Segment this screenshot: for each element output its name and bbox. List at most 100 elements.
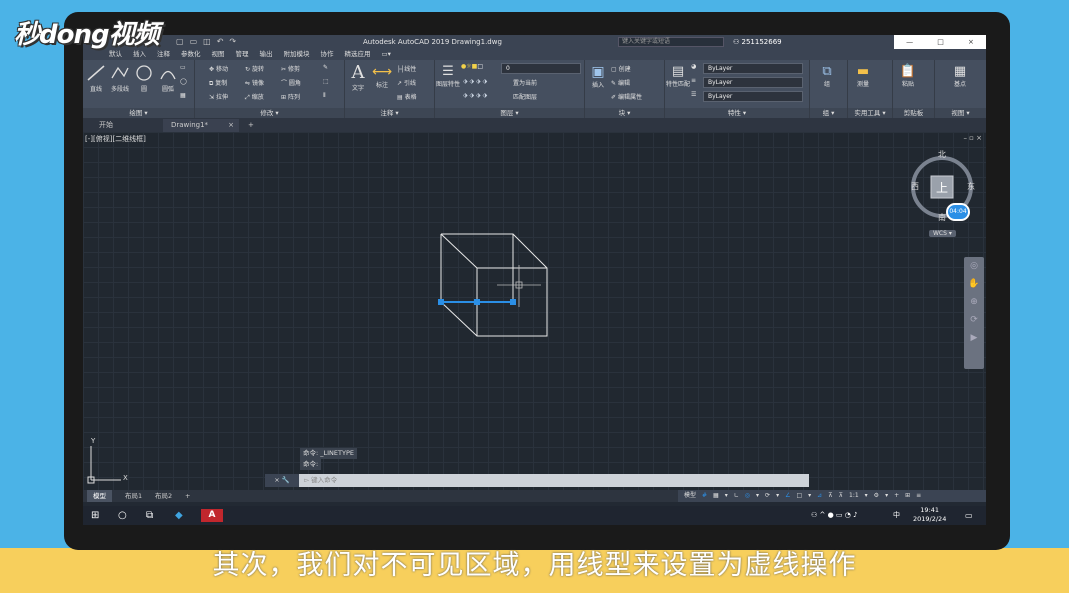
edit-attributes-tool[interactable]: ✐ 编辑属性 bbox=[611, 92, 642, 101]
workspace-dropdown[interactable]: ▾ bbox=[885, 490, 888, 502]
properties-group-title[interactable]: 特性 ▾ bbox=[665, 108, 809, 118]
grip-point-right[interactable] bbox=[510, 299, 516, 305]
base-point-tool[interactable]: ▦ 基点 bbox=[947, 64, 973, 88]
pan-icon[interactable]: ✋ bbox=[964, 275, 984, 293]
drawing-viewport[interactable]: [-][俯视][二维线框] – ▫ × 北 西 东 南 上 04:04 WCS … bbox=[83, 132, 986, 490]
clipboard-group-title[interactable]: 剪贴板 bbox=[893, 108, 934, 118]
tray-icons[interactable]: ⚇ ^ ● ▭ ◔ ♪ bbox=[811, 509, 858, 522]
draw-group-title[interactable]: 绘图 ▾ bbox=[83, 108, 194, 118]
ortho-icon[interactable]: ∟ bbox=[734, 490, 739, 502]
compass-east[interactable]: 东 bbox=[967, 181, 975, 192]
tab-featured-apps[interactable]: 精选应用 bbox=[345, 49, 371, 60]
polyline-tool[interactable]: 多段线 bbox=[107, 64, 133, 93]
tab-manage[interactable]: 管理 bbox=[236, 49, 249, 60]
explode-icon[interactable]: ⬚ bbox=[323, 78, 329, 85]
windows-start-icon[interactable]: ⊞ bbox=[91, 509, 99, 522]
linear-tool[interactable]: ├┤线性 bbox=[397, 64, 416, 73]
customize-menu-icon[interactable]: ≡ bbox=[916, 490, 921, 502]
zoom-icon[interactable]: ⊕ bbox=[964, 293, 984, 311]
modify-group-title[interactable]: 修改 ▾ bbox=[195, 108, 344, 118]
new-tab-button[interactable]: + bbox=[243, 119, 259, 132]
annotation-scale-value[interactable]: 1:1 bbox=[849, 490, 859, 502]
wcs-dropdown[interactable]: WCS ▾ bbox=[929, 230, 956, 237]
lineweight-icon[interactable]: ☰ bbox=[691, 91, 696, 98]
add-layout-button[interactable]: + bbox=[179, 490, 196, 502]
command-input[interactable]: × 🔧 ▻ 键入命令 bbox=[265, 474, 809, 487]
compass-north[interactable]: 北 bbox=[938, 149, 946, 160]
tab-layout1[interactable]: 布局1 bbox=[119, 490, 148, 502]
layers-group-title[interactable]: 图层 ▾ bbox=[435, 108, 584, 118]
annotation-visibility-icon[interactable]: ⊿ bbox=[817, 490, 822, 502]
workspace-gear-icon[interactable]: ⚙ bbox=[874, 490, 879, 502]
line-tool[interactable]: 直线 bbox=[83, 64, 109, 93]
isolate-icon[interactable]: ⊞ bbox=[905, 490, 910, 502]
taskbar-app-icon[interactable]: ◆ bbox=[175, 509, 183, 522]
copy-tool[interactable]: ⧉ 复制 bbox=[209, 78, 227, 88]
redo-icon[interactable]: ↷ bbox=[229, 35, 236, 49]
layer-tools-row2[interactable]: ⬗ ⬗ ⬗ ⬗ bbox=[463, 92, 487, 99]
circle-tool[interactable]: 圆 bbox=[131, 64, 157, 93]
hatch-icon[interactable]: ▦ bbox=[180, 92, 186, 99]
fillet-tool[interactable]: ⌒ 圆角 bbox=[281, 78, 301, 87]
tab-more[interactable]: ▭▾ bbox=[382, 49, 391, 60]
status-model[interactable]: 模型 bbox=[684, 490, 696, 502]
ellipse-icon[interactable]: ◯ bbox=[180, 78, 187, 85]
showmotion-icon[interactable]: ▶ bbox=[964, 329, 984, 347]
input-language[interactable]: 中 bbox=[893, 509, 900, 522]
polar-dropdown[interactable]: ▾ bbox=[756, 490, 759, 502]
notification-icon[interactable]: ▭ bbox=[965, 509, 973, 522]
utilities-group-title[interactable]: 实用工具 ▾ bbox=[848, 108, 892, 118]
tab-close-icon[interactable]: × bbox=[228, 119, 234, 132]
annotation-monitor-icon[interactable]: + bbox=[894, 490, 899, 502]
groups-group-title[interactable]: 组 ▾ bbox=[810, 108, 847, 118]
dimension-tool[interactable]: ⟷ 标注 bbox=[369, 64, 395, 89]
tab-addins[interactable]: 附加模块 bbox=[284, 49, 310, 60]
polar-icon[interactable]: ◎ bbox=[745, 490, 750, 502]
taskbar-clock[interactable]: 19:41 2019/2/24 bbox=[913, 506, 946, 524]
lineweight-dropdown[interactable]: ByLayer bbox=[703, 91, 803, 102]
edit-block-tool[interactable]: ✎ 编辑 bbox=[611, 78, 630, 87]
tab-annotate[interactable]: 注释 bbox=[157, 49, 170, 60]
minimize-button[interactable]: — bbox=[906, 35, 913, 49]
isodraft-dropdown[interactable]: ▾ bbox=[776, 490, 779, 502]
paste-tool[interactable]: 📋 粘贴 bbox=[895, 64, 921, 88]
selection-dropdown[interactable]: ▾ bbox=[808, 490, 811, 502]
tab-layout2[interactable]: 布局2 bbox=[149, 490, 178, 502]
linetype-icon[interactable]: ≡ bbox=[691, 77, 696, 84]
compass-south[interactable]: 南 bbox=[938, 212, 946, 223]
rotate-tool[interactable]: ↻ 旋转 bbox=[245, 64, 264, 73]
scale-tool[interactable]: ⤢ 缩放 bbox=[245, 92, 264, 102]
stretch-tool[interactable]: ⇲ 拉伸 bbox=[209, 92, 228, 101]
open-icon[interactable]: ▭ bbox=[190, 35, 198, 49]
grip-point-left[interactable] bbox=[438, 299, 444, 305]
trim-tool[interactable]: ✂ 修剪 bbox=[281, 64, 300, 73]
tab-start[interactable]: 开始 bbox=[91, 119, 121, 132]
arc-tool[interactable]: 圆弧 bbox=[155, 64, 181, 93]
snap-icon[interactable]: ▦ bbox=[713, 490, 719, 502]
orbit-icon[interactable]: ⟳ bbox=[964, 311, 984, 329]
command-tools[interactable]: × 🔧 bbox=[265, 474, 299, 487]
layer-state-icons[interactable]: ●☼■□ bbox=[461, 63, 483, 70]
snap-dropdown[interactable]: ▾ bbox=[725, 490, 728, 502]
scale-dropdown[interactable]: ▾ bbox=[865, 490, 868, 502]
move-tool[interactable]: ✥ 移动 bbox=[209, 64, 228, 73]
measure-tool[interactable]: ▬ 测量 bbox=[850, 64, 876, 88]
mirror-tool[interactable]: ⇋ 镜像 bbox=[245, 78, 264, 87]
array-tool[interactable]: ⊞ 阵列 bbox=[281, 92, 300, 101]
leader-tool[interactable]: ↗ 引线 bbox=[397, 78, 416, 87]
tab-drawing1[interactable]: Drawing1* × bbox=[163, 119, 239, 132]
close-button[interactable]: × bbox=[968, 35, 974, 49]
layer-properties-tool[interactable]: ☰ 图层特性 bbox=[435, 64, 461, 88]
match-layer-tool[interactable]: 匹配图层 bbox=[513, 92, 537, 101]
annotation-scale-icon[interactable]: ⊼ bbox=[828, 490, 832, 502]
tab-collaborate[interactable]: 协作 bbox=[321, 49, 334, 60]
group-tool[interactable]: ⧉ 组 bbox=[814, 64, 840, 88]
match-properties-tool[interactable]: ▤ 特性匹配 bbox=[665, 64, 691, 88]
color-wheel-icon[interactable]: ◕ bbox=[691, 63, 696, 70]
tab-output[interactable]: 输出 bbox=[260, 49, 273, 60]
wrench-icon[interactable]: 🔧 bbox=[282, 476, 290, 484]
close-icon[interactable]: × bbox=[274, 476, 282, 484]
block-group-title[interactable]: 块 ▾ bbox=[585, 108, 664, 118]
color-dropdown[interactable]: ByLayer bbox=[703, 63, 803, 74]
steering-wheel-icon[interactable]: ◎ bbox=[964, 257, 984, 275]
